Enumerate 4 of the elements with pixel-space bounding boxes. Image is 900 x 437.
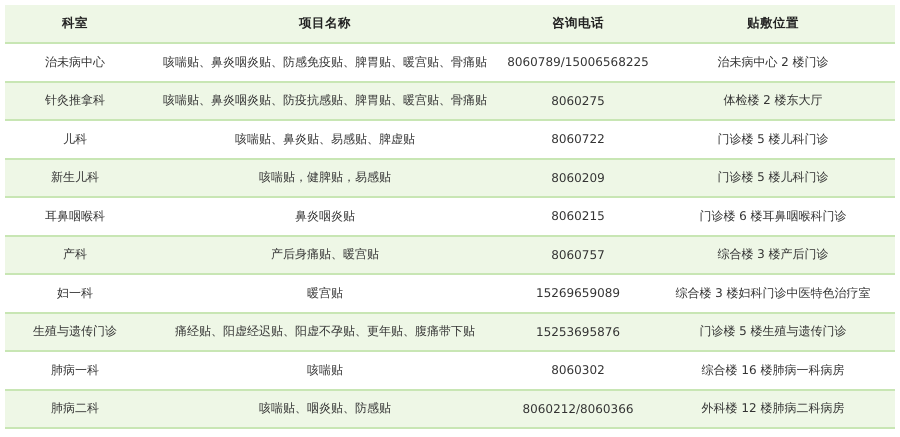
phone-cell: 8060212/8060366: [505, 390, 651, 428]
department-cell: 肺病二科: [5, 390, 145, 428]
location-cell: 外科楼 12 楼肺病二科病房: [651, 390, 895, 428]
project-cell: 咳喘贴、咽炎贴、防感贴: [145, 390, 505, 428]
